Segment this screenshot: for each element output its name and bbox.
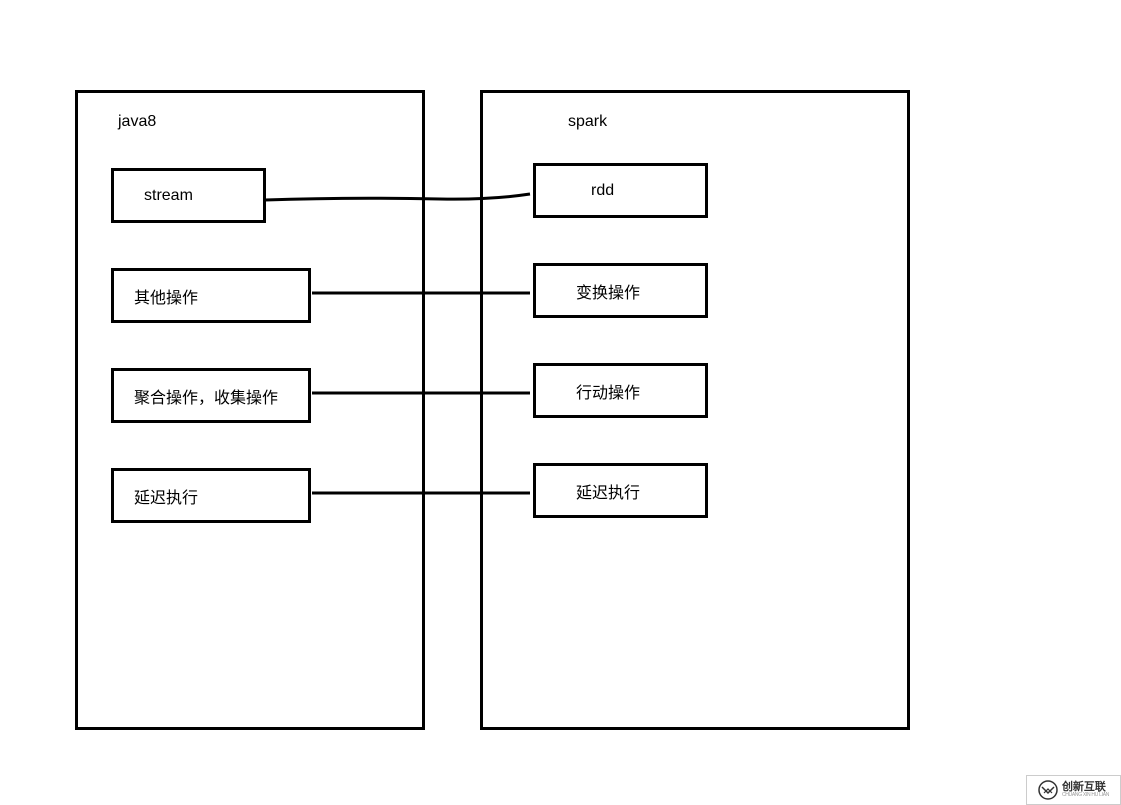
box-lazy-exec-left: 延迟执行 [111,468,311,523]
box-lazy-exec-right: 延迟执行 [533,463,708,518]
box-label: 延迟执行 [576,479,640,503]
box-aggregate-collect: 聚合操作，收集操作 [111,368,311,423]
box-label: 聚合操作，收集操作 [134,384,278,408]
title-spark: spark [568,113,607,131]
container-java8: java8 stream 其他操作 聚合操作，收集操作 延迟执行 [75,90,425,730]
box-stream: stream [111,168,266,223]
box-rdd: rdd [533,163,708,218]
watermark-sub: CHUANG XIN HU LIAN [1062,793,1109,798]
box-label: 行动操作 [576,379,640,403]
box-label: stream [144,187,193,205]
box-transform-ops: 变换操作 [533,263,708,318]
box-other-ops: 其他操作 [111,268,311,323]
title-java8: java8 [118,113,156,131]
box-label: 延迟执行 [134,484,198,508]
container-spark: spark rdd 变换操作 行动操作 延迟执行 [480,90,910,730]
box-action-ops: 行动操作 [533,363,708,418]
watermark-text: 创新互联 CHUANG XIN HU LIAN [1062,782,1109,798]
box-label: 变换操作 [576,279,640,303]
watermark: 创新互联 CHUANG XIN HU LIAN [1026,775,1121,805]
box-label: rdd [591,182,614,200]
watermark-logo-icon [1038,780,1058,800]
box-label: 其他操作 [134,284,198,308]
